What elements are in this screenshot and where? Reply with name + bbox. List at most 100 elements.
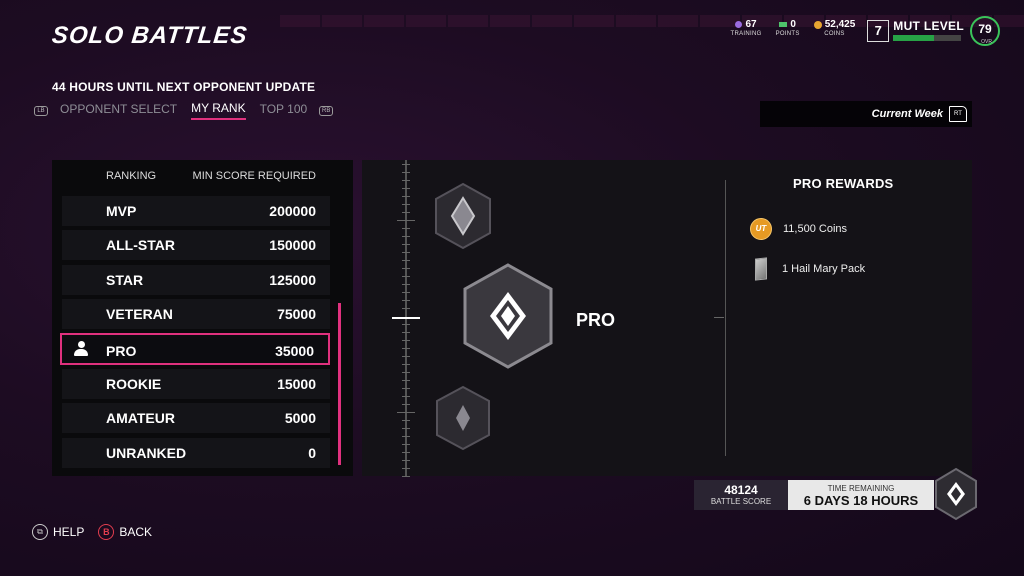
rank-name: VETERAN [106,306,173,322]
rank-min-score: 200000 [269,203,316,219]
rank-min-score: 5000 [284,410,316,426]
ruler-tick [402,172,410,173]
rank-name: STAR [106,272,144,288]
back-button-icon[interactable]: B [98,524,115,540]
training-value: 67 [745,19,757,30]
week-selector[interactable]: Current Week RT [760,101,972,127]
ruler-tick [402,404,410,405]
ruler-tick [402,292,410,293]
ruler-tick [402,364,410,365]
ruler-tick [402,348,410,349]
ruler-tick [402,396,410,397]
ruler-tick [402,420,410,421]
coins-stat: 52,425 COINS [813,19,856,37]
training-icon [735,21,743,28]
help-button[interactable]: HELP [53,525,84,539]
panel-divider [725,180,726,456]
time-remaining: TIME REMAINING 6 DAYS 18 HOURS [788,480,934,510]
time-remaining-value: 6 DAYS 18 HOURS [803,493,919,508]
reward-item-coins: UT 11,500 Coins [750,218,847,240]
rank-min-score: 125000 [269,272,316,288]
ranking-scrollbar[interactable] [338,303,341,465]
rank-row-amateur[interactable]: AMATEUR 5000 [62,403,330,433]
ruler-tick [402,428,410,429]
ruler-tick [402,388,410,389]
rank-detail-panel: PRO PRO REWARDS UT 11,500 Coins 1 Hail M… [362,160,972,477]
overall-rating-label: OVR [981,39,992,45]
rank-name: MVP [106,203,137,219]
rank-row-veteran[interactable]: VETERAN 75000 [62,299,330,329]
points-label: POINTS [775,31,800,37]
left-bumper-icon[interactable]: LB [34,105,48,116]
rank-row-rookie[interactable]: ROOKIE 15000 [62,369,330,399]
ruler-tick [402,180,410,181]
rewards-title: PRO REWARDS [793,176,894,191]
ruler-tick [402,196,410,197]
ruler-tick [402,212,410,213]
back-button[interactable]: BACK [119,525,152,539]
ruler-tick [402,468,410,469]
user-icon [74,341,88,357]
rank-min-score: 75000 [277,306,316,322]
ruler-tick [402,204,410,205]
page-title: SOLO BATTLES [50,22,250,49]
ruler-tick [402,444,410,445]
battle-score-value: 48124 [724,483,758,497]
rank-min-score: 35000 [275,343,314,359]
mut-level-progress-fill [893,35,935,41]
ruler-tick [402,244,410,245]
rank-name: ROOKIE [106,376,162,392]
right-trigger-icon[interactable]: RT [949,106,967,122]
coins-value: 52,425 [824,19,856,30]
rank-min-score: 0 [308,445,316,461]
tab-top-100[interactable]: TOP 100 [260,102,308,119]
ruler-tick [402,268,410,269]
mut-level-label: MUT LEVEL [893,19,964,33]
ranking-table: RANKING MIN SCORE REQUIRED MVP 200000 AL… [52,160,353,476]
opponent-update-notice: 44 HOURS UNTIL NEXT OPPONENT UPDATE [52,80,316,94]
points-stat: 0 POINTS [776,19,800,37]
footer-controls: ⧉ HELP B BACK [32,524,166,540]
ruler-tick [402,236,410,237]
tab-my-rank[interactable]: MY RANK [191,101,246,120]
tab-opponent-select[interactable]: OPPONENT SELECT [60,102,177,119]
time-remaining-label: TIME REMAINING [827,484,895,493]
ruler-tick [392,317,420,319]
ruler-tick [402,252,410,253]
battle-score-label: BATTLE SCORE [710,497,772,506]
mut-level-info: MUT LEVEL [893,19,964,41]
ruler-tick [402,164,410,165]
ruler-tick [402,276,410,277]
reward-label: 1 Hail Mary Pack [782,263,866,275]
ruler-tick [402,340,410,341]
selected-rank-label: PRO [576,310,616,330]
rank-name: AMATEUR [106,410,175,426]
ruler-tick [402,332,410,333]
ruler-tick [402,460,410,461]
rank-badge-below-icon [436,385,490,451]
rank-row-pro[interactable]: PRO 35000 [60,333,330,365]
rank-row-star[interactable]: STAR 125000 [62,265,330,295]
right-bumper-icon[interactable]: RB [319,105,334,116]
ruler-tick [402,260,410,261]
ruler-tick [402,300,410,301]
points-icon [779,22,788,27]
coins-label: COINS [824,31,845,37]
rank-min-score: 150000 [269,237,316,253]
coins-icon: UT [750,218,772,240]
ruler-tick [402,284,410,285]
help-button-icon[interactable]: ⧉ [32,524,48,540]
ruler-tick [397,412,415,413]
rank-row-all-star[interactable]: ALL-STAR 150000 [62,230,330,260]
ranking-column-header: RANKING [106,170,157,182]
rank-name: UNRANKED [106,445,187,461]
rank-row-unranked[interactable]: UNRANKED 0 [62,438,330,468]
ruler-tick [397,220,415,221]
rank-row-mvp[interactable]: MVP 200000 [62,196,330,226]
week-selector-label: Current Week [871,108,943,120]
ruler-tick [402,436,410,437]
battle-score: 48124 BATTLE SCORE [694,480,788,510]
ruler-tick [402,324,410,325]
rank-badge-above-icon [435,182,491,250]
ruler-tick [402,452,410,453]
